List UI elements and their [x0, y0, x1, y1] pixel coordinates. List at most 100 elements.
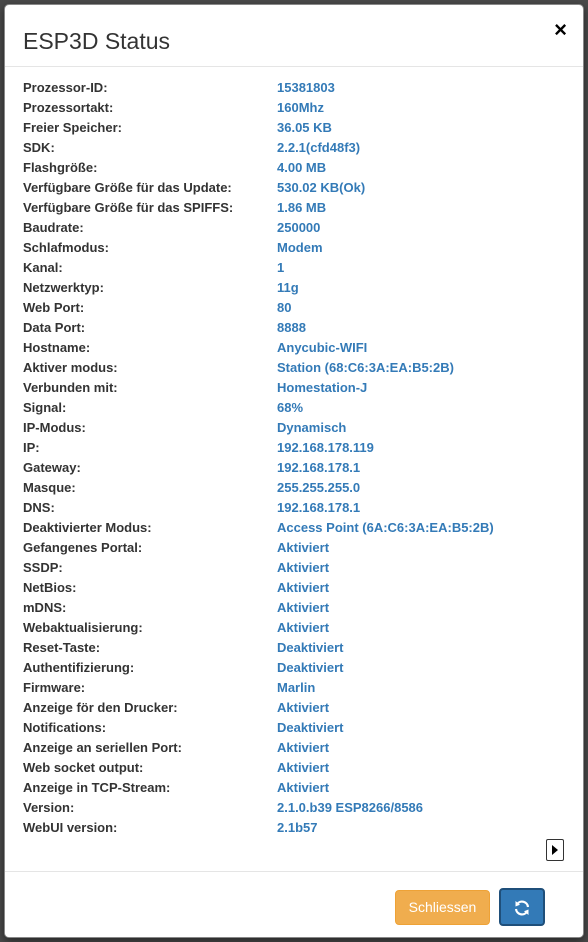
status-value: Deaktiviert	[277, 640, 344, 655]
status-label: Gateway:	[23, 460, 81, 475]
expand-arrow-button[interactable]	[546, 839, 564, 861]
status-value: Dynamisch	[277, 420, 347, 435]
status-label: Flashgröße:	[23, 160, 98, 175]
status-row: Aktiver modus: Station (68:C6:3A:EA:B5:2B…	[23, 358, 583, 378]
status-value: 2.1b57	[277, 820, 318, 835]
status-value: 80	[277, 300, 292, 315]
status-value: 1	[277, 260, 285, 275]
status-label: Schlafmodus:	[23, 240, 109, 255]
status-label: Reset-Taste:	[23, 640, 101, 655]
status-value: Anycubic-WIFI	[277, 340, 368, 355]
status-label: Version:	[23, 800, 75, 815]
status-label: IP-Modus:	[23, 420, 86, 435]
status-row: IP-Modus: Dynamisch	[23, 418, 583, 438]
refresh-button[interactable]	[499, 888, 545, 926]
status-value: Aktiviert	[277, 560, 330, 575]
status-value: Aktiviert	[277, 540, 330, 555]
status-row: Verfügbare Größe für das SPIFFS: 1.86 MB	[23, 198, 583, 218]
dialog-title: ESP3D Status	[23, 28, 171, 54]
status-value: Aktiviert	[277, 580, 330, 595]
status-row: Prozessor-ID: 15381803	[23, 78, 583, 98]
status-label: Anzeige in TCP-Stream:	[23, 780, 171, 795]
status-row: NetBios: Aktiviert	[23, 578, 583, 598]
status-row: Web Port: 80	[23, 298, 583, 318]
status-label: mDNS:	[23, 600, 67, 615]
status-row: Firmware: Marlin	[23, 678, 583, 698]
status-value: Aktiviert	[277, 600, 330, 615]
status-label: WebUI version:	[23, 820, 118, 835]
status-value: 192.168.178.1	[277, 500, 361, 515]
status-row: DNS: 192.168.178.1	[23, 498, 583, 518]
close-icon[interactable]: ×	[554, 17, 567, 43]
status-row: Verbunden mit: Homestation-J	[23, 378, 583, 398]
status-row: SSDP: Aktiviert	[23, 558, 583, 578]
status-value: Station (68:C6:3A:EA:B5:2B)	[277, 360, 454, 375]
status-row: Anzeige för den Drucker: Aktiviert	[23, 698, 583, 718]
status-row: WebUI version: 2.1b57	[23, 818, 583, 838]
status-row: IP: 192.168.178.119	[23, 438, 583, 458]
status-list: Prozessor-ID: 15381803 Prozessortakt: 160Mh…	[23, 78, 583, 838]
status-row: Signal: 68%	[23, 398, 583, 418]
status-value: 36.05 KB	[277, 120, 332, 135]
dialog-body: Prozessor-ID: 15381803 Prozessortakt: 160Mh…	[5, 67, 583, 871]
status-label: Anzeige för den Drucker:	[23, 700, 178, 715]
status-value: 192.168.178.119	[277, 440, 374, 455]
status-row: Verfügbare Größe für das Update: 530.02 K…	[23, 178, 583, 198]
status-row: Version: 2.1.0.b39 ESP8266/8586	[23, 798, 583, 818]
status-row: Anzeige in TCP-Stream: Aktiviert	[23, 778, 583, 798]
status-label: Gefangenes Portal:	[23, 540, 143, 555]
caret-right-icon	[552, 845, 558, 855]
status-row: SDK: 2.2.1(cfd48f3)	[23, 138, 583, 158]
status-value: 15381803	[277, 80, 335, 95]
status-value: Modem	[277, 240, 323, 255]
status-row: Data Port: 8888	[23, 318, 583, 338]
status-value: 2.2.1(cfd48f3)	[277, 140, 361, 155]
status-row: mDNS: Aktiviert	[23, 598, 583, 618]
status-label: Prozessor-ID:	[23, 80, 108, 95]
status-value: 530.02 KB(Ok)	[277, 180, 366, 195]
status-row: Netzwerktyp: 11g	[23, 278, 583, 298]
status-label: Deaktivierter Modus:	[23, 520, 152, 535]
status-row: Prozessortakt: 160Mhz	[23, 98, 583, 118]
status-label: IP:	[23, 440, 40, 455]
status-label: DNS:	[23, 500, 55, 515]
dialog-header: ESP3D Status ×	[5, 5, 583, 67]
status-label: Masque:	[23, 480, 76, 495]
refresh-icon	[514, 900, 530, 916]
status-label: Data Port:	[23, 320, 86, 335]
status-row: Gateway: 192.168.178.1	[23, 458, 583, 478]
status-label: NetBios:	[23, 580, 77, 595]
status-label: Signal:	[23, 400, 67, 415]
status-value: 192.168.178.1	[277, 460, 361, 475]
status-row: Notifications: Deaktiviert	[23, 718, 583, 738]
status-label: Kanal:	[23, 260, 63, 275]
status-label: Verbunden mit:	[23, 380, 118, 395]
status-label: Baudrate:	[23, 220, 84, 235]
status-value: Deaktiviert	[277, 660, 344, 675]
status-label: Webaktualisierung:	[23, 620, 143, 635]
status-label: Verfügbare Größe für das SPIFFS:	[23, 200, 234, 215]
status-label: Netzwerktyp:	[23, 280, 104, 295]
status-label: Anzeige an seriellen Port:	[23, 740, 182, 755]
status-value: Marlin	[277, 680, 316, 695]
status-value: 255.255.255.0	[277, 480, 361, 495]
status-row: Webaktualisierung: Aktiviert	[23, 618, 583, 638]
status-value: 68%	[277, 400, 304, 415]
status-row: Hostname: Anycubic-WIFI	[23, 338, 583, 358]
dialog-footer: Schliessen	[5, 871, 583, 937]
status-value: 2.1.0.b39 ESP8266/8586	[277, 800, 424, 815]
close-button[interactable]: Schliessen	[395, 890, 490, 925]
status-value: Aktiviert	[277, 740, 330, 755]
status-label: Prozessortakt:	[23, 100, 114, 115]
status-label: Web socket output:	[23, 760, 144, 775]
status-row: Anzeige an seriellen Port: Aktiviert	[23, 738, 583, 758]
status-value: Aktiviert	[277, 780, 330, 795]
status-value: Aktiviert	[277, 760, 330, 775]
status-value: Deaktiviert	[277, 720, 344, 735]
status-row: Deaktivierter Modus: Access Point (6A:C6:…	[23, 518, 583, 538]
status-value: 11g	[277, 280, 299, 295]
status-label: SSDP:	[23, 560, 63, 575]
status-label: Aktiver modus:	[23, 360, 118, 375]
status-label: Firmware:	[23, 680, 86, 695]
status-label: Hostname:	[23, 340, 91, 355]
